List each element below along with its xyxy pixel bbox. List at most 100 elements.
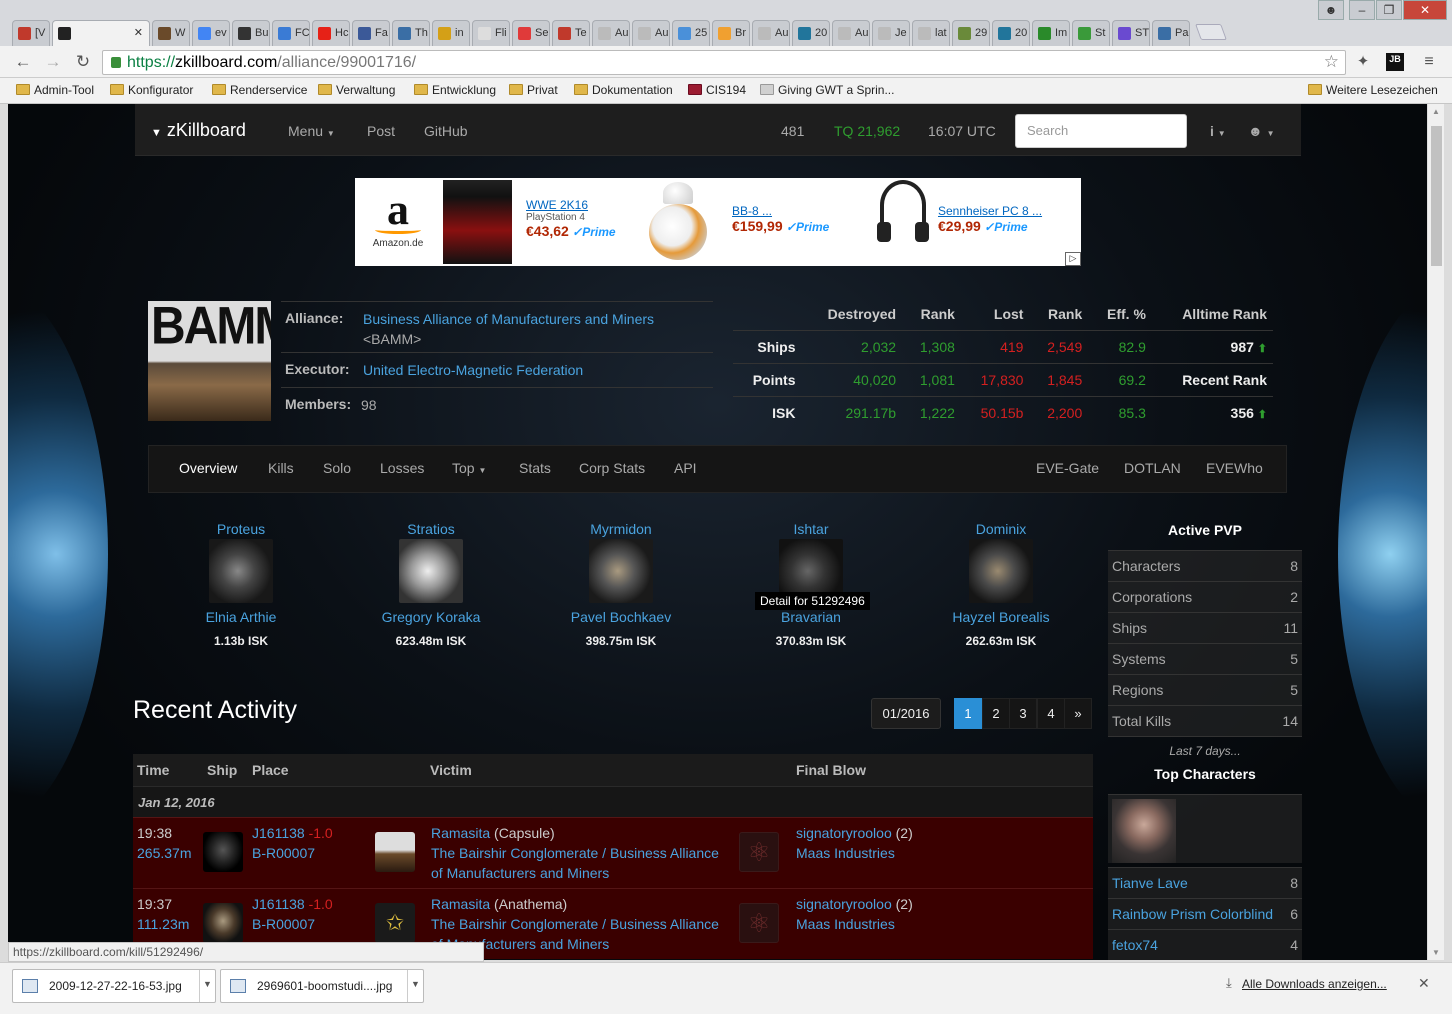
victim-alliance-logo[interactable] [375,832,415,872]
next-page-button[interactable]: » [1064,698,1092,729]
ad-item-2[interactable]: BB-8 ... €159,99 ✓Prime [732,204,829,234]
download-item[interactable]: 2009-12-27-22-16-53.jpg ▼ [12,969,216,1003]
victim-corp-logo[interactable]: ✩ [375,903,415,943]
page-4-button[interactable]: 4 [1037,698,1065,729]
page-1-button[interactable]: 1 [954,698,982,729]
info-icon[interactable]: i ▼ [1210,123,1226,139]
browser-tab[interactable]: 29 [952,20,990,46]
browser-tab[interactable]: Fa [352,20,390,46]
browser-tab[interactable]: lat [912,20,950,46]
region-link[interactable]: B-R00007 [252,916,315,932]
system-link[interactable]: J161138 [252,825,305,841]
top-character-portrait[interactable] [1112,799,1176,863]
bookmark-item[interactable]: Entwicklung [414,83,496,97]
new-tab-button[interactable] [1195,24,1227,40]
browser-tab[interactable]: Bu [232,20,270,46]
scroll-down-arrow-icon[interactable]: ▼ [1432,948,1440,957]
system-link[interactable]: J161138 [252,896,305,912]
bookmark-item[interactable]: Dokumentation [574,83,673,97]
top-kill[interactable]: Dominix Hayzel Borealis 262.63m ISK [926,521,1076,648]
browser-tab[interactable]: FC [272,20,310,46]
browser-tab[interactable]: Au [592,20,630,46]
brand-link[interactable]: ▼ zKillboard [151,120,246,141]
browser-tab[interactable]: Im [1032,20,1070,46]
other-bookmarks[interactable]: Weitere Lesezeichen [1308,83,1438,97]
anathema-ship-icon[interactable] [203,903,243,943]
star-icon[interactable]: ☆ [1324,52,1339,72]
browser-tab[interactable]: 20 [992,20,1030,46]
capsule-ship-icon[interactable] [203,832,243,872]
search-input[interactable]: Search [1015,114,1187,148]
browser-tab[interactable]: ev [192,20,230,46]
menu-dropdown[interactable]: Menu ▼ [288,123,335,139]
bookmark-item[interactable]: Verwaltung [318,83,395,97]
top-character-row[interactable]: fetox74 4 [1108,929,1302,960]
browser-tab[interactable]: Au [752,20,790,46]
close-tab-icon[interactable]: ✕ [134,26,143,39]
browser-tab[interactable]: in [432,20,470,46]
link-dotlan[interactable]: DOTLAN [1124,460,1181,476]
browser-tab[interactable]: Br [712,20,750,46]
scroll-up-arrow-icon[interactable]: ▲ [1432,107,1440,116]
post-link[interactable]: Post [367,123,395,139]
final-blow-corp-link[interactable]: Maas Industries [796,916,895,932]
user-menu-icon[interactable]: ☻ ▼ [1248,123,1275,139]
amazon-ad-banner[interactable]: a Amazon.de WWE 2K16 PlayStation 4 €43,6… [355,178,1081,266]
browser-tab[interactable]: Hc [312,20,350,46]
victim-corp-alliance-link[interactable]: The Bairshir Conglomerate / Business All… [431,845,719,881]
top-kill[interactable]: Proteus Elnia Arthie 1.13b ISK [166,521,316,648]
restore-button[interactable]: ❐ [1376,0,1402,20]
final-blow-link[interactable]: signatoryrooloo [796,896,892,912]
top-kill-pilot[interactable]: Pavel Bochkaev [546,609,696,625]
tab-corp-stats[interactable]: Corp Stats [579,460,645,476]
browser-tab[interactable]: Th [392,20,430,46]
alliance-name-link[interactable]: Business Alliance of Manufacturers and M… [363,311,654,327]
character-link[interactable]: fetox74 [1112,937,1158,953]
browser-tab[interactable]: Te [552,20,590,46]
final-blow-corp-link[interactable]: Maas Industries [796,845,895,861]
top-kill-ship[interactable]: Dominix [926,521,1076,537]
chevron-down-icon[interactable]: ▼ [199,970,215,1002]
bookmark-item[interactable]: Konfigurator [110,83,193,97]
browser-tab[interactable]: Au [832,20,870,46]
ad-item-3[interactable]: Sennheiser PC 8 ... €29,99 ✓Prime [938,204,1042,234]
jb-extension-icon[interactable]: JB [1386,53,1404,71]
browser-tab[interactable]: Au [632,20,670,46]
tab-overview[interactable]: Overview [179,460,237,476]
victim-link[interactable]: Ramasita [431,825,490,841]
tab-solo[interactable]: Solo [323,460,351,476]
browser-tab[interactable]: 25 [672,20,710,46]
browser-tab[interactable]: St [1072,20,1110,46]
kill-isk[interactable]: 111.23m [137,916,189,932]
ship-image[interactable] [969,539,1033,603]
top-kill[interactable]: Stratios Gregory Koraka 623.48m ISK [356,521,506,648]
bookmark-item[interactable]: CIS194 [688,83,746,97]
minimize-button[interactable]: – [1349,0,1375,20]
link-eve-gate[interactable]: EVE-Gate [1036,460,1099,476]
top-kill[interactable]: Ishtar Bravarian 370.83m ISK [736,521,886,648]
top-character-row[interactable]: Rainbow Prism Colorblind 6 [1108,898,1302,929]
bookmark-item[interactable]: Admin-Tool [16,83,94,97]
bookmark-item[interactable]: Giving GWT a Sprin... [760,83,894,97]
bookmark-item[interactable]: Renderservice [212,83,307,97]
top-kill-ship[interactable]: Myrmidon [546,521,696,537]
top-kill-pilot[interactable]: Bravarian [736,609,886,625]
character-link[interactable]: Tianve Lave [1112,875,1188,891]
adchoices-icon[interactable]: ▷ [1065,252,1081,266]
ship-image[interactable] [399,539,463,603]
browser-tab[interactable]: Je [872,20,910,46]
close-window-button[interactable]: ✕ [1403,0,1447,20]
bookmark-item[interactable]: Privat [509,83,558,97]
page-3-button[interactable]: 3 [1009,698,1037,729]
executor-link[interactable]: United Electro-Magnetic Federation [363,362,583,378]
scrollbar-thumb[interactable] [1431,126,1442,266]
page-2-button[interactable]: 2 [982,698,1010,729]
extension-icon[interactable]: ✦ [1352,52,1374,72]
show-all-downloads-link[interactable]: Alle Downloads anzeigen... [1242,977,1387,991]
ship-image[interactable] [589,539,653,603]
attacker-corp-logo[interactable]: ⚛ [739,832,779,872]
browser-tab[interactable]: Fli [472,20,510,46]
kill-row[interactable]: 19:38 265.37m J161138 -1.0 B-R00007 Ramasi… [133,817,1093,888]
github-link[interactable]: GitHub [424,123,468,139]
link-evewho[interactable]: EVEWho [1206,460,1263,476]
